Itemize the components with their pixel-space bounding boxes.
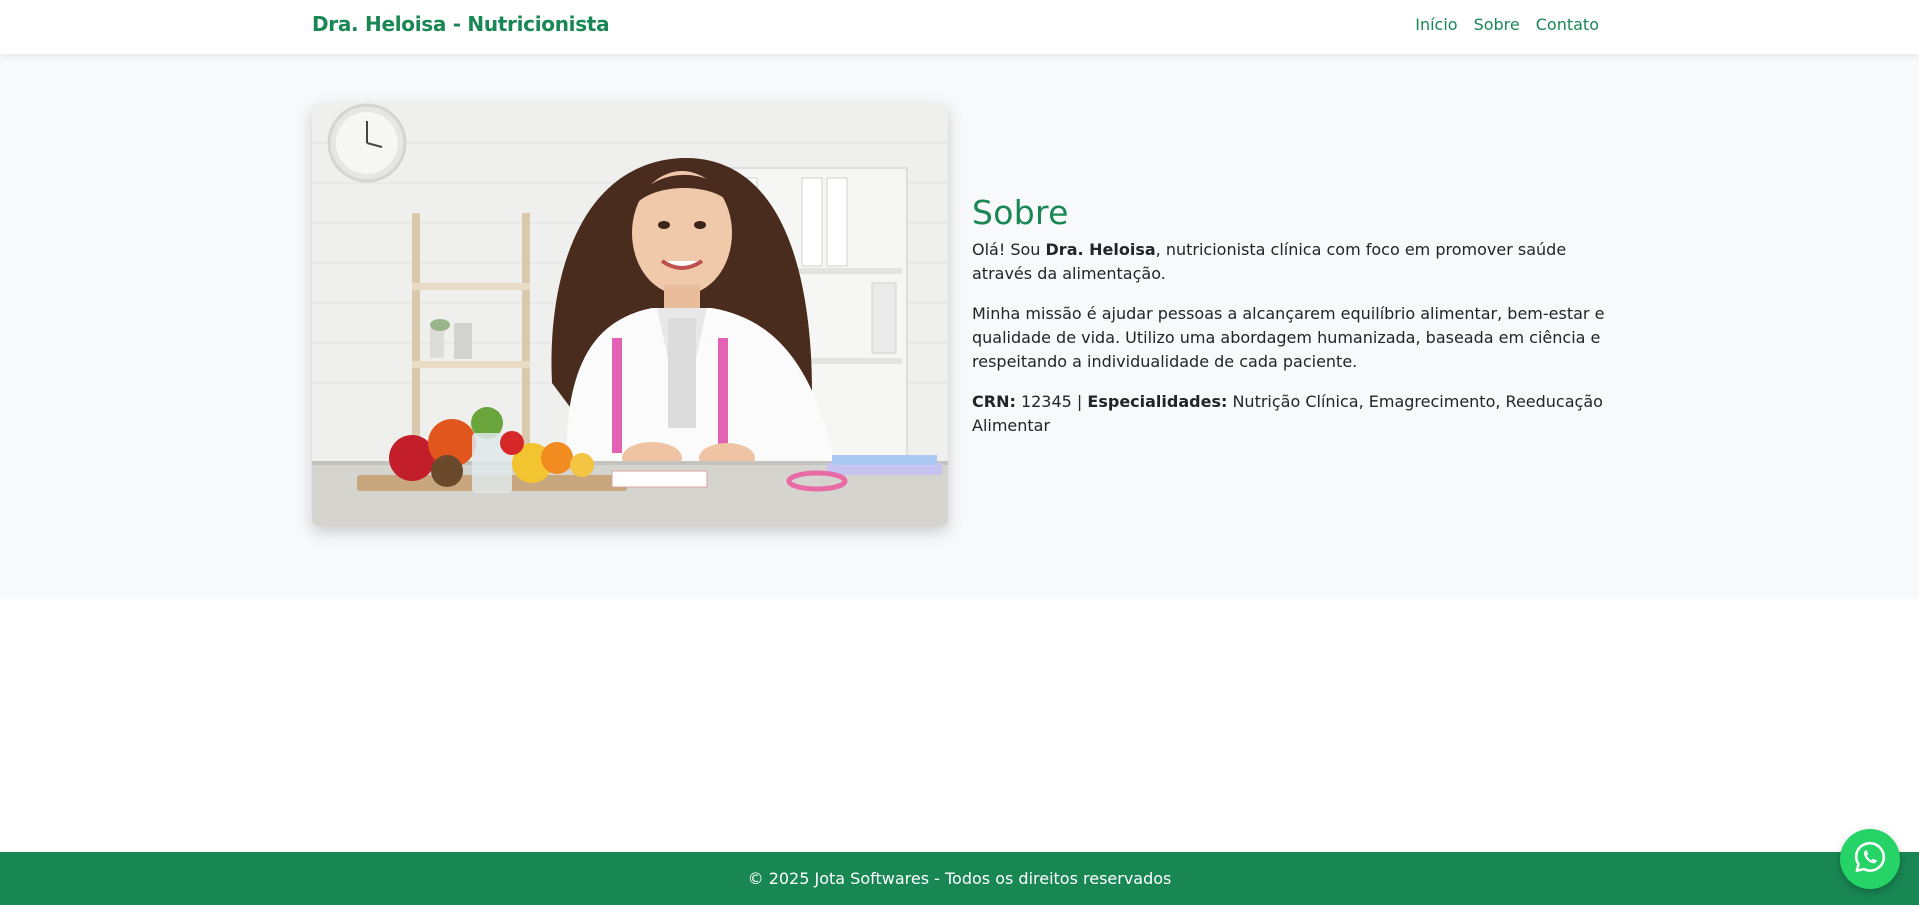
about-content: Sobre Olá! Sou Dra. Heloisa, nutricionis… <box>972 193 1612 454</box>
about-title: Sobre <box>972 193 1069 232</box>
brand-logo[interactable]: Dra. Heloisa - Nutricionista <box>312 12 610 36</box>
nav-link-contato[interactable]: Contato <box>1536 15 1599 34</box>
footer-text: © 2025 Jota Softwares - Todos os direito… <box>747 869 1172 888</box>
intro-name: Dra. Heloisa <box>1045 240 1156 259</box>
whatsapp-button[interactable] <box>1840 829 1900 889</box>
about-mission: Minha missão é ajudar pessoas a alcançar… <box>972 304 1605 371</box>
about-credentials: CRN: 12345 | Especialidades: Nutrição Cl… <box>972 390 1612 438</box>
nav-link-sobre[interactable]: Sobre <box>1474 15 1520 34</box>
navbar: Dra. Heloisa - Nutricionista Início Sobr… <box>0 0 1919 54</box>
nutritionist-photo <box>312 103 948 526</box>
about-intro: Olá! Sou Dra. Heloisa, nutricionista clí… <box>972 238 1612 286</box>
specialties-label: Especialidades: <box>1087 392 1228 411</box>
nav-links: Início Sobre Contato <box>1415 15 1599 34</box>
whatsapp-icon <box>1853 840 1887 878</box>
footer: © 2025 Jota Softwares - Todos os direito… <box>0 852 1919 905</box>
about-section <box>0 54 1919 599</box>
crn-value: 12345 | <box>1015 392 1088 411</box>
nav-link-inicio[interactable]: Início <box>1415 15 1457 34</box>
intro-pre: Olá! Sou <box>972 240 1046 259</box>
crn-label: CRN: <box>972 392 1016 411</box>
